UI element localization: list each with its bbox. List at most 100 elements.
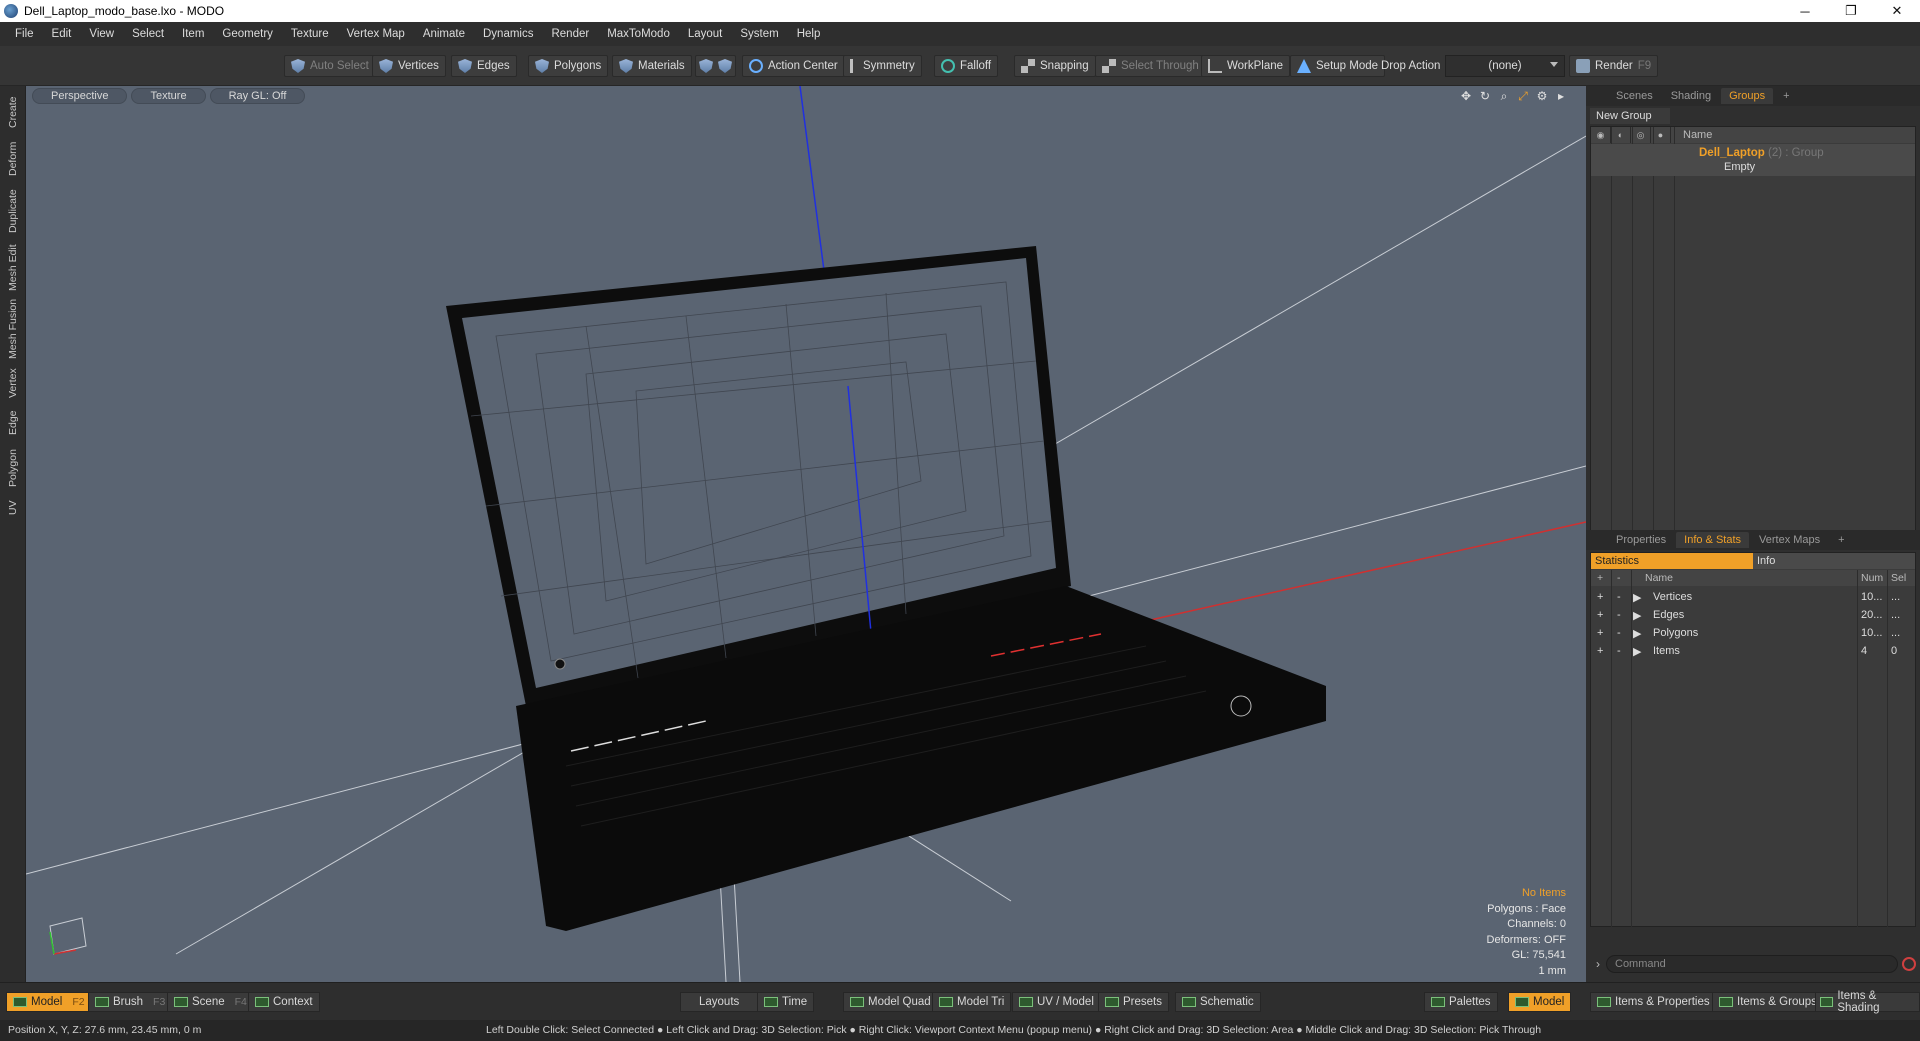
scene-layout-button[interactable]: Scene F4: [167, 992, 254, 1012]
minimize-button[interactable]: ─: [1782, 0, 1828, 22]
workplane-button[interactable]: WorkPlane: [1201, 55, 1291, 77]
menu-layout[interactable]: Layout: [679, 28, 732, 40]
raygl-toggle[interactable]: Ray GL: Off: [209, 88, 306, 104]
stat-row-edges[interactable]: + - ▶ Edges 20... ...: [1591, 606, 1915, 624]
tab-shading[interactable]: Shading: [1663, 88, 1719, 104]
tab-polygon[interactable]: Polygon: [3, 444, 23, 492]
items-properties-button[interactable]: Items & Properties: [1590, 992, 1717, 1012]
setup-mode-button[interactable]: Setup Mode: [1290, 55, 1386, 77]
layouts-button[interactable]: Layouts: [680, 992, 759, 1012]
tab-vertex[interactable]: Vertex: [3, 364, 23, 402]
uv-model-button[interactable]: UV / Model: [1012, 992, 1101, 1012]
select-through-button[interactable]: Select Through: [1095, 55, 1206, 77]
restore-button[interactable]: ❐: [1828, 0, 1874, 22]
info-subtab[interactable]: Info: [1753, 553, 1915, 569]
menu-geometry[interactable]: Geometry: [213, 28, 282, 40]
settings-gear-icon[interactable]: ⚙: [1535, 89, 1549, 103]
auto-select-button[interactable]: Auto Select: [284, 55, 376, 77]
drop-action-dropdown[interactable]: (none): [1445, 55, 1565, 77]
perspective-view-dropdown[interactable]: Perspective: [32, 88, 128, 104]
tab-mesh-fusion[interactable]: Mesh Fusion: [3, 298, 23, 360]
tab-info-stats[interactable]: Info & Stats: [1676, 532, 1750, 548]
collapse-minus-icon[interactable]: -: [1617, 645, 1621, 657]
items-shading-button[interactable]: Items & Shading: [1815, 990, 1920, 1014]
action-center-button[interactable]: Action Center: [742, 55, 845, 77]
menu-file[interactable]: File: [6, 28, 43, 40]
expand-plus-icon[interactable]: +: [1597, 609, 1603, 621]
statistics-subtab[interactable]: Statistics: [1591, 553, 1753, 569]
expand-plus-icon[interactable]: +: [1597, 591, 1603, 603]
time-layout-button[interactable]: Time: [757, 992, 815, 1012]
command-record-icon[interactable]: [1902, 957, 1916, 971]
expand-plus-icon[interactable]: +: [1597, 645, 1603, 657]
materials-mode-button[interactable]: Materials: [612, 55, 692, 77]
tree-arrow-icon[interactable]: ▶: [1633, 645, 1641, 658]
shading-mode-dropdown[interactable]: Texture: [131, 88, 206, 104]
edges-mode-button[interactable]: Edges: [451, 55, 517, 77]
menu-select[interactable]: Select: [123, 28, 173, 40]
menu-edit[interactable]: Edit: [43, 28, 81, 40]
select-column-icon: ◎: [1631, 127, 1651, 143]
menu-maxtomodo[interactable]: MaxToModo: [598, 28, 679, 40]
snapping-button[interactable]: Snapping: [1014, 55, 1096, 77]
menu-animate[interactable]: Animate: [414, 28, 474, 40]
tab-properties[interactable]: Properties: [1608, 532, 1674, 548]
menu-system[interactable]: System: [731, 28, 787, 40]
stat-row-items[interactable]: + - ▶ Items 4 0: [1591, 642, 1915, 660]
tree-arrow-icon[interactable]: ▶: [1633, 591, 1641, 604]
falloff-button[interactable]: Falloff: [934, 55, 999, 77]
menu-item[interactable]: Item: [173, 28, 213, 40]
tab-vertex-maps[interactable]: Vertex Maps: [1751, 532, 1828, 548]
expand-arrow-icon[interactable]: ▸: [1554, 89, 1568, 103]
collapse-minus-icon[interactable]: -: [1617, 627, 1621, 639]
group-row-dell-laptop[interactable]: Dell_Laptop (2) : Group Empty: [1591, 144, 1915, 176]
menu-texture[interactable]: Texture: [282, 28, 338, 40]
presets-button[interactable]: Presets: [1098, 992, 1169, 1012]
rotate-icon[interactable]: ↻: [1478, 89, 1492, 103]
stat-row-vertices[interactable]: + - ▶ Vertices 10... ...: [1591, 588, 1915, 606]
stat-row-polygons[interactable]: + - ▶ Polygons 10... ...: [1591, 624, 1915, 642]
collapse-minus-icon[interactable]: -: [1617, 609, 1621, 621]
menu-render[interactable]: Render: [542, 28, 598, 40]
zoom-icon[interactable]: ⌕: [1497, 89, 1511, 103]
expand-plus-icon[interactable]: +: [1597, 627, 1603, 639]
selection-sets-button[interactable]: [695, 55, 736, 77]
pan-icon[interactable]: ✥: [1459, 89, 1473, 103]
items-groups-button[interactable]: Items & Groups: [1712, 992, 1824, 1012]
context-layout-button[interactable]: Context: [248, 992, 320, 1012]
render-button[interactable]: Render F9: [1569, 55, 1659, 77]
tab-mesh-edit[interactable]: Mesh Edit: [3, 242, 23, 294]
tab-create[interactable]: Create: [3, 90, 23, 134]
model-right-button[interactable]: Model: [1508, 992, 1572, 1012]
palettes-button[interactable]: Palettes: [1424, 992, 1498, 1012]
tab-uv[interactable]: UV: [3, 496, 23, 520]
schematic-button[interactable]: Schematic: [1175, 992, 1261, 1012]
model-quad-button[interactable]: Model Quad: [843, 992, 938, 1012]
menu-dynamics[interactable]: Dynamics: [474, 28, 542, 40]
add-tab-icon[interactable]: +: [1830, 532, 1852, 548]
collapse-minus-icon[interactable]: -: [1617, 591, 1621, 603]
tab-scenes[interactable]: Scenes: [1608, 88, 1661, 104]
tab-duplicate[interactable]: Duplicate: [3, 184, 23, 238]
tab-deform[interactable]: Deform: [3, 138, 23, 180]
new-group-button[interactable]: New Group: [1590, 108, 1670, 124]
command-input[interactable]: Command: [1606, 955, 1898, 973]
close-button[interactable]: ✕: [1874, 0, 1920, 22]
tab-edge[interactable]: Edge: [3, 406, 23, 440]
polygons-mode-button[interactable]: Polygons: [528, 55, 609, 77]
3d-viewport[interactable]: Perspective Texture Ray GL: Off ✥ ↻ ⌕ ⤢ …: [26, 86, 1586, 982]
add-tab-icon[interactable]: +: [1775, 88, 1797, 104]
brush-layout-button[interactable]: Brush F3: [88, 992, 173, 1012]
model-tri-button[interactable]: Model Tri: [932, 992, 1012, 1012]
fit-icon[interactable]: ⤢: [1516, 89, 1530, 103]
tree-arrow-icon[interactable]: ▶: [1633, 609, 1641, 622]
vertices-mode-button[interactable]: Vertices: [372, 55, 446, 77]
symmetry-button[interactable]: Symmetry: [843, 55, 922, 77]
tree-arrow-icon[interactable]: ▶: [1633, 627, 1641, 640]
model-layout-button[interactable]: Model F2: [6, 992, 92, 1012]
tab-groups[interactable]: Groups: [1721, 88, 1774, 104]
menu-vertex-map[interactable]: Vertex Map: [338, 28, 414, 40]
menu-view[interactable]: View: [80, 28, 123, 40]
menu-help[interactable]: Help: [788, 28, 830, 40]
polygons-info: Polygons : Face: [1487, 902, 1566, 915]
